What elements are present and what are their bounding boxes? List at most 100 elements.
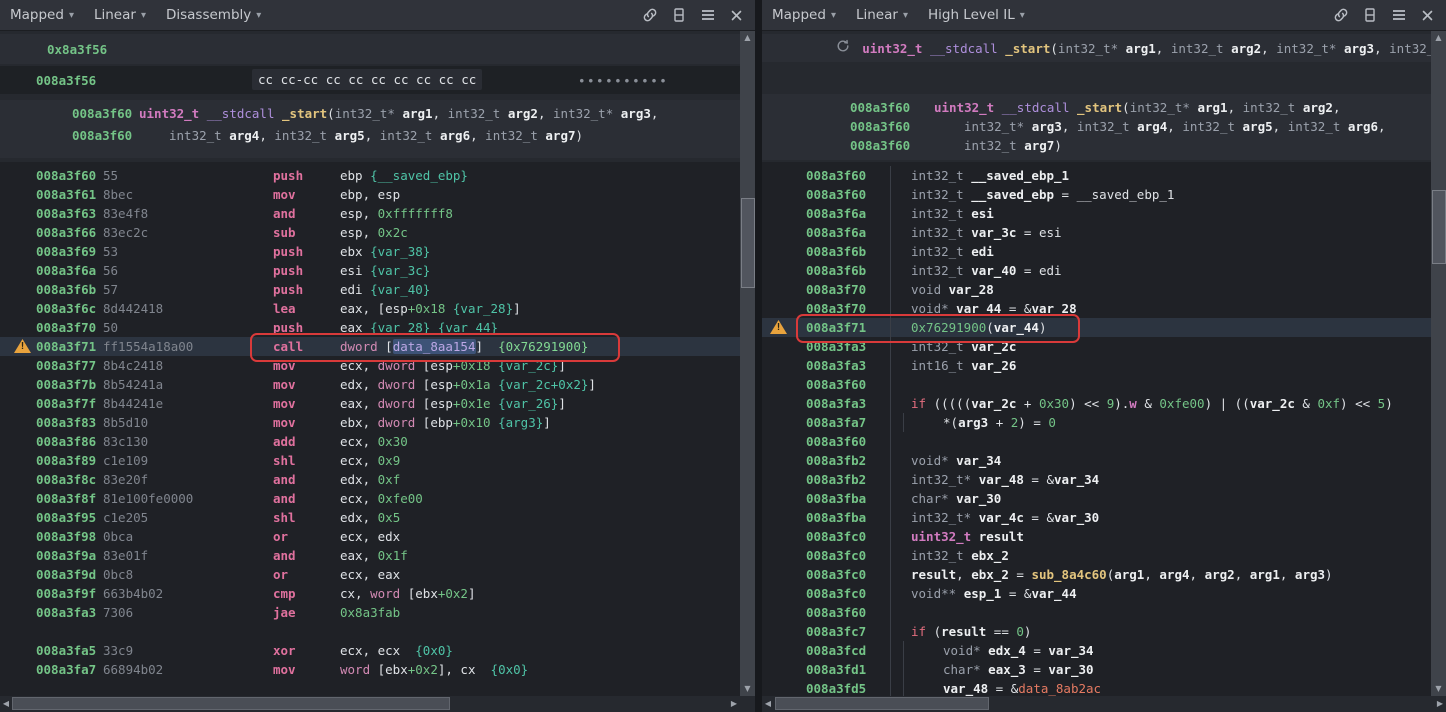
hlil-row[interactable]: 008a3fc0void** esp_1 = &var_44 — [762, 584, 1431, 603]
link-icon[interactable] — [1333, 7, 1349, 23]
line-address: 008a3f60 — [806, 98, 934, 117]
disasm-row[interactable]: 008a3f9f663b4b02cmpcx, word [ebx+0x2] — [0, 584, 740, 603]
disasm-row[interactable]: 008a3f95c1e205shledx, 0x5 — [0, 508, 740, 527]
signature-line[interactable]: 008a3f60uint32_t __stdcall _start(int32_… — [762, 98, 1431, 117]
hlil-row[interactable]: 008a3fc7if (result == 0) — [762, 622, 1431, 641]
disasm-row[interactable]: 008a3f71ff1554a18a00calldword [data_8aa1… — [0, 337, 740, 356]
vertical-scrollbar[interactable]: ▲ ▼ — [1431, 30, 1446, 696]
hlil-row[interactable]: 008a3fb2int32_t* var_48 = &var_34 — [762, 470, 1431, 489]
disasm-row[interactable]: 008a3f6383e4f8andesp, 0xfffffff8 — [0, 204, 740, 223]
hlil-row[interactable]: 008a3fbachar* var_30 — [762, 489, 1431, 508]
disasm-row[interactable]: 008a3fa766894b02movword [ebx+0x2], cx {0… — [0, 660, 740, 679]
padding-bytes-row[interactable]: 008a3f56 cc cc-cc cc cc cc cc cc cc cc ∙… — [0, 66, 740, 94]
signature-line[interactable]: 008a3f60uint32_t __stdcall _start(int32_… — [0, 104, 740, 126]
disasm-row[interactable]: 008a3f7b8b54241amovedx, dword [esp+0x1a … — [0, 375, 740, 394]
scroll-up-arrow[interactable]: ▲ — [1431, 30, 1446, 45]
hlil-row[interactable]: 008a3f6bint32_t edi — [762, 242, 1431, 261]
disasm-row[interactable]: 008a3f8c83e20fandedx, 0xf — [0, 470, 740, 489]
hlil-row[interactable]: 008a3fa3int32_t var_2c — [762, 337, 1431, 356]
disasm-row[interactable]: 008a3f6683ec2csubesp, 0x2c — [0, 223, 740, 242]
instruction-bytes: 83ec2c — [103, 223, 273, 242]
hlil-row[interactable]: 008a3fc0uint32_t result — [762, 527, 1431, 546]
menu-icon[interactable] — [1391, 8, 1407, 22]
hlil-row[interactable]: 008a3fd1char* eax_3 = var_30 — [762, 660, 1431, 679]
section-header-row[interactable]: 0x8a3f56 — [0, 34, 740, 64]
hlil-row[interactable]: 008a3f70void* var_44 = &var_28 — [762, 299, 1431, 318]
hlil-row[interactable]: 008a3f60int32_t __saved_ebp = __saved_eb… — [762, 185, 1431, 204]
hlil-menu-high-level-il[interactable]: High Level IL▾ — [928, 7, 1025, 23]
hlil-menu-mapped[interactable]: Mapped▾ — [772, 7, 836, 23]
hlil-row[interactable]: 008a3f6aint32_t var_3c = esi — [762, 223, 1431, 242]
signature-line[interactable]: 008a3f60int32_t arg7) — [762, 136, 1431, 155]
code-token: int32_t — [911, 225, 964, 240]
scroll-down-arrow[interactable]: ▼ — [740, 681, 755, 696]
scroll-left-arrow[interactable]: ◀ — [0, 696, 12, 710]
horizontal-scrollbar-thumb[interactable] — [775, 697, 989, 710]
function-signature-block[interactable]: 008a3f60uint32_t __stdcall _start(int32_… — [762, 94, 1431, 160]
hlil-row[interactable]: 008a3f6bint32_t var_40 = edi — [762, 261, 1431, 280]
vertical-scrollbar-thumb[interactable] — [1432, 190, 1446, 264]
scroll-up-arrow[interactable]: ▲ — [740, 30, 755, 45]
disasm-row[interactable]: 008a3f7050pusheax {var_28} {var_44} — [0, 318, 740, 337]
link-icon[interactable] — [642, 7, 658, 23]
code-token: var_44 — [956, 301, 1001, 316]
disasm-row[interactable]: 008a3f6b57pushedi {var_40} — [0, 280, 740, 299]
disasm-row[interactable]: 008a3f980bcaorecx, edx — [0, 527, 740, 546]
hlil-row[interactable]: 008a3f60 — [762, 432, 1431, 451]
split-view-icon[interactable] — [672, 7, 686, 23]
menu-icon[interactable] — [700, 8, 716, 22]
disasm-row[interactable]: 008a3f778b4c2418movecx, dword [esp+0x18 … — [0, 356, 740, 375]
mnemonic: and — [273, 470, 340, 489]
signature-line[interactable]: 008a3f60int32_t* arg3, int32_t arg4, int… — [762, 117, 1431, 136]
horizontal-scrollbar[interactable]: ◀ ▶ — [0, 696, 740, 710]
disasm-row[interactable]: 008a3f8683c130addecx, 0x30 — [0, 432, 740, 451]
hlil-row[interactable]: 008a3fc0int32_t ebx_2 — [762, 546, 1431, 565]
hlil-row[interactable]: 008a3f60 — [762, 603, 1431, 622]
scroll-right-arrow[interactable]: ▶ — [1434, 696, 1446, 710]
sticky-function-header[interactable]: uint32_t __stdcall _start(int32_t* arg1,… — [762, 34, 1431, 62]
hlil-row[interactable]: 008a3f60 — [762, 375, 1431, 394]
close-icon[interactable] — [730, 9, 743, 22]
close-icon[interactable] — [1421, 9, 1434, 22]
disasm-row[interactable]: 008a3f6953pushebx {var_38} — [0, 242, 740, 261]
hlil-row[interactable]: 008a3f60int32_t __saved_ebp_1 — [762, 166, 1431, 185]
disasm-row[interactable]: 008a3f9d0bc8orecx, eax — [0, 565, 740, 584]
disasm-row[interactable]: 008a3f6055pushebp {__saved_ebp} — [0, 166, 740, 185]
hlil-row[interactable]: 008a3fa3if (((((var_2c + 0x30) << 9).w &… — [762, 394, 1431, 413]
horizontal-scrollbar-thumb[interactable] — [12, 697, 450, 710]
function-signature-block[interactable]: 008a3f60uint32_t __stdcall _start(int32_… — [0, 100, 740, 158]
vertical-scrollbar-thumb[interactable] — [741, 198, 755, 288]
disasm-row[interactable]: 008a3f6a56pushesi {var_3c} — [0, 261, 740, 280]
disasm-row[interactable]: 008a3f8f81e100fe0000andecx, 0xfe00 — [0, 489, 740, 508]
disasm-menu-mapped[interactable]: Mapped▾ — [10, 7, 74, 23]
hlil-row[interactable]: 008a3fb2void* var_34 — [762, 451, 1431, 470]
disasm-row[interactable]: 008a3f618becmovebp, esp — [0, 185, 740, 204]
vertical-scrollbar[interactable]: ▲ ▼ — [740, 30, 755, 696]
hlil-menu-linear[interactable]: Linear▾ — [856, 7, 908, 23]
disasm-row[interactable]: 008a3f9a83e01fandeax, 0x1f — [0, 546, 740, 565]
code-token: arg2 — [1231, 41, 1261, 56]
hlil-row[interactable]: 008a3fbaint32_t* var_4c = &var_30 — [762, 508, 1431, 527]
scroll-right-arrow[interactable]: ▶ — [728, 696, 740, 710]
hlil-row[interactable]: 008a3fa7*(arg3 + 2) = 0 — [762, 413, 1431, 432]
disasm-row[interactable]: 008a3f6c8d442418leaeax, [esp+0x18 {var_2… — [0, 299, 740, 318]
hlil-row[interactable]: 008a3fa3int16_t var_26 — [762, 356, 1431, 375]
disasm-row[interactable]: 008a3f7f8b44241emoveax, dword [esp+0x1e … — [0, 394, 740, 413]
hlil-row[interactable]: 008a3fc0result, ebx_2 = sub_8a4c60(arg1,… — [762, 565, 1431, 584]
hlil-row[interactable]: 008a3fcdvoid* edx_4 = var_34 — [762, 641, 1431, 660]
scroll-down-arrow[interactable]: ▼ — [1431, 681, 1446, 696]
hlil-row[interactable]: 008a3f6aint32_t esi — [762, 204, 1431, 223]
disasm-menu-linear[interactable]: Linear▾ — [94, 7, 146, 23]
disasm-menu-disassembly[interactable]: Disassembly▾ — [166, 7, 261, 23]
disasm-row[interactable]: 008a3f838b5d10movebx, dword [ebp+0x10 {a… — [0, 413, 740, 432]
horizontal-scrollbar[interactable]: ◀ ▶ — [762, 696, 1446, 710]
hlil-row[interactable]: 008a3f710x76291900(var_44)! — [762, 318, 1431, 337]
hlil-row[interactable]: 008a3f70void var_28 — [762, 280, 1431, 299]
disasm-row[interactable] — [0, 622, 740, 641]
split-view-icon[interactable] — [1363, 7, 1377, 23]
signature-line[interactable]: 008a3f60int32_t arg4, int32_t arg5, int3… — [0, 126, 740, 148]
disasm-row[interactable]: 008a3fa533c9xorecx, ecx {0x0} — [0, 641, 740, 660]
disasm-row[interactable]: 008a3f89c1e109shlecx, 0x9 — [0, 451, 740, 470]
scroll-left-arrow[interactable]: ◀ — [762, 696, 774, 710]
disasm-row[interactable]: 008a3fa37306jae0x8a3fab — [0, 603, 740, 622]
